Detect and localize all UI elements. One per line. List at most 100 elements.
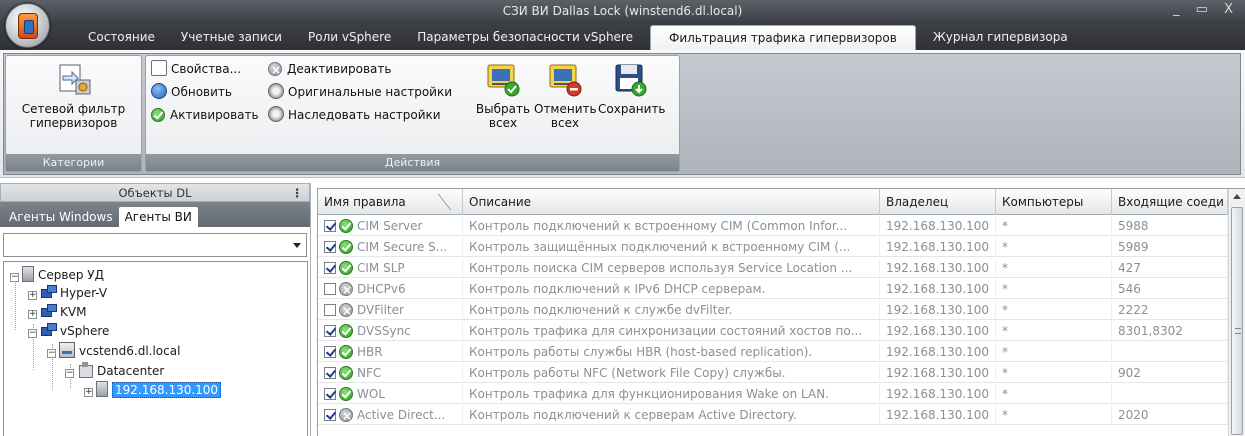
rule-checkbox[interactable]: [324, 262, 336, 274]
column-header-computers[interactable]: Компьютеры: [996, 189, 1112, 215]
inherit-settings-button[interactable]: Наследовать настройки: [268, 105, 441, 125]
select-all-button[interactable]: Выбрать всех: [474, 62, 532, 130]
rule-name-label: DVFilter: [357, 303, 404, 317]
properties-icon: [151, 60, 167, 76]
column-header-description[interactable]: Описание: [463, 189, 880, 215]
scrollbar-thumb[interactable]: [1231, 207, 1243, 435]
table-row[interactable]: DHCPv6 Контроль подключений к IPv6 DHCP с…: [318, 279, 1228, 299]
activate-button[interactable]: Активировать: [151, 105, 259, 125]
expand-icon[interactable]: +: [28, 291, 37, 300]
rule-checkbox[interactable]: [324, 388, 336, 400]
table-row[interactable]: CIM Secure S... Контроль защищённых подкл…: [318, 237, 1228, 257]
table-row[interactable]: CIM SLP Контроль поиска CIM серверов испо…: [318, 258, 1228, 278]
tab-hypervisor-log[interactable]: Журнал гипервизора: [920, 25, 1081, 50]
status-active-icon: [339, 345, 353, 359]
table-row[interactable]: Active Direct... Контроль подключений к с…: [318, 405, 1228, 425]
refresh-button[interactable]: Обновить: [151, 82, 232, 102]
column-header-owner[interactable]: Владелец: [880, 189, 996, 215]
datacenter-icon: [77, 362, 93, 378]
tab-windows-agents[interactable]: Агенты Windows: [3, 207, 119, 227]
collapse-icon[interactable]: −: [28, 329, 37, 338]
tab-vi-agents[interactable]: Агенты ВИ: [118, 207, 198, 227]
cell-incoming: 427: [1112, 258, 1228, 278]
table-row[interactable]: WOL Контроль трафика для функционирования…: [318, 384, 1228, 404]
tree-node-kvm[interactable]: + KVM: [28, 303, 86, 321]
objects-panel: Объекты DL ⋮ Агенты Windows Агенты ВИ − С…: [0, 183, 311, 436]
collapse-icon[interactable]: −: [65, 369, 74, 378]
sort-indicator-icon: [437, 194, 461, 210]
original-settings-icon: [268, 83, 284, 99]
tab-vsphere-security[interactable]: Параметры безопасности vSphere: [404, 25, 646, 50]
original-settings-label: Оригинальные настройки: [288, 85, 453, 99]
rule-name-label: DVSSync: [357, 324, 411, 338]
deactivate-button[interactable]: Деактивировать: [268, 59, 392, 80]
rule-checkbox[interactable]: [324, 346, 336, 358]
rule-checkbox[interactable]: [324, 325, 336, 337]
cell-owner: 192.168.130.100: [880, 363, 996, 383]
column-header-rule-name[interactable]: Имя правила: [318, 189, 463, 215]
scroll-up-icon[interactable]: [1233, 194, 1241, 199]
rule-checkbox[interactable]: [324, 241, 336, 253]
minimize-button[interactable]: _: [1173, 2, 1186, 17]
cell-computers: *: [996, 300, 1112, 320]
maximize-button[interactable]: ▭: [1196, 2, 1214, 17]
vcenter-icon: [59, 342, 75, 358]
network-icon: [40, 322, 57, 338]
cell-computers: *: [996, 384, 1112, 404]
rule-name-label: DHCPv6: [357, 282, 406, 296]
cell-incoming: 5988: [1112, 216, 1228, 236]
ribbon: Сетевой фильтр гипервизоров Категории Св…: [0, 50, 1245, 178]
cell-description: Контроль трафика для функционирования Wa…: [463, 384, 880, 404]
main-tabs: Состояние Учетные записи Роли vSphere Па…: [75, 25, 1081, 50]
tree-node-hyperv[interactable]: + Hyper-V: [28, 284, 107, 302]
rule-name-label: CIM SLP: [357, 261, 405, 275]
collapse-icon[interactable]: −: [10, 273, 19, 282]
column-header-incoming[interactable]: Входящие соеди: [1112, 189, 1228, 215]
table-row[interactable]: DVSSync Контроль трафика для синхронизаци…: [318, 321, 1228, 341]
expand-icon[interactable]: +: [28, 310, 37, 319]
vertical-scrollbar[interactable]: [1228, 189, 1245, 436]
status-inactive-icon: [339, 280, 353, 299]
tree-node-datacenter[interactable]: − Datacenter: [65, 362, 164, 380]
rule-name-label: Active Direct...: [357, 408, 446, 422]
properties-button[interactable]: Свойства...: [151, 59, 241, 79]
table-row[interactable]: DVFilter Контроль подключений к службе dv…: [318, 300, 1228, 320]
tree-node-host[interactable]: +192.168.130.100: [84, 381, 222, 399]
collapse-icon[interactable]: −: [47, 349, 56, 358]
cell-owner: 192.168.130.100: [880, 342, 996, 362]
tree-label-vsphere: vSphere: [60, 324, 110, 338]
tab-vsphere-roles[interactable]: Роли vSphere: [295, 25, 404, 50]
tree-node-server[interactable]: − Сервер УД: [10, 266, 104, 284]
host-icon: [96, 381, 108, 397]
network-filter-button[interactable]: Сетевой фильтр гипервизоров: [8, 62, 139, 130]
rule-checkbox[interactable]: [324, 409, 336, 421]
table-row[interactable]: NFC Контроль работы NFC (Network File Cop…: [318, 363, 1228, 383]
tree-node-vsphere[interactable]: − vSphere: [28, 322, 109, 340]
table-row[interactable]: HBR Контроль работы службы HBR (host-base…: [318, 342, 1228, 362]
rule-name-label: HBR: [357, 345, 383, 359]
rule-checkbox[interactable]: [324, 220, 336, 232]
rule-checkbox[interactable]: [324, 367, 336, 379]
chevron-down-icon[interactable]: [293, 243, 301, 248]
scroll-grip-icon: [1235, 328, 1241, 334]
rule-checkbox[interactable]: [324, 283, 336, 295]
rule-checkbox[interactable]: [324, 304, 336, 316]
cancel-all-button[interactable]: Отменить всех: [534, 62, 597, 130]
panel-options-icon[interactable]: ⋮: [292, 184, 304, 203]
tab-traffic-filtering[interactable]: Фильтрация трафика гипервизоров: [649, 25, 916, 50]
network-filter-label-1: Сетевой фильтр: [21, 102, 126, 116]
close-button[interactable]: X: [1224, 2, 1239, 17]
tab-status[interactable]: Состояние: [75, 25, 168, 50]
tab-accounts[interactable]: Учетные записи: [168, 25, 295, 50]
cell-computers: *: [996, 405, 1112, 425]
save-button[interactable]: Сохранить: [598, 62, 666, 116]
tree-node-vcenter[interactable]: − vcstend6.dl.local: [47, 342, 180, 360]
cell-owner: 192.168.130.100: [880, 279, 996, 299]
filter-combo[interactable]: [3, 233, 307, 257]
ribbon-group-categories: Сетевой фильтр гипервизоров Категории: [5, 55, 142, 172]
deactivate-label: Деактивировать: [287, 62, 392, 76]
table-row[interactable]: CIM Server Контроль подключений к встроен…: [318, 216, 1228, 236]
expand-icon[interactable]: +: [84, 388, 93, 397]
original-settings-button[interactable]: Оригинальные настройки: [268, 82, 452, 102]
network-filter-icon: [56, 62, 92, 98]
